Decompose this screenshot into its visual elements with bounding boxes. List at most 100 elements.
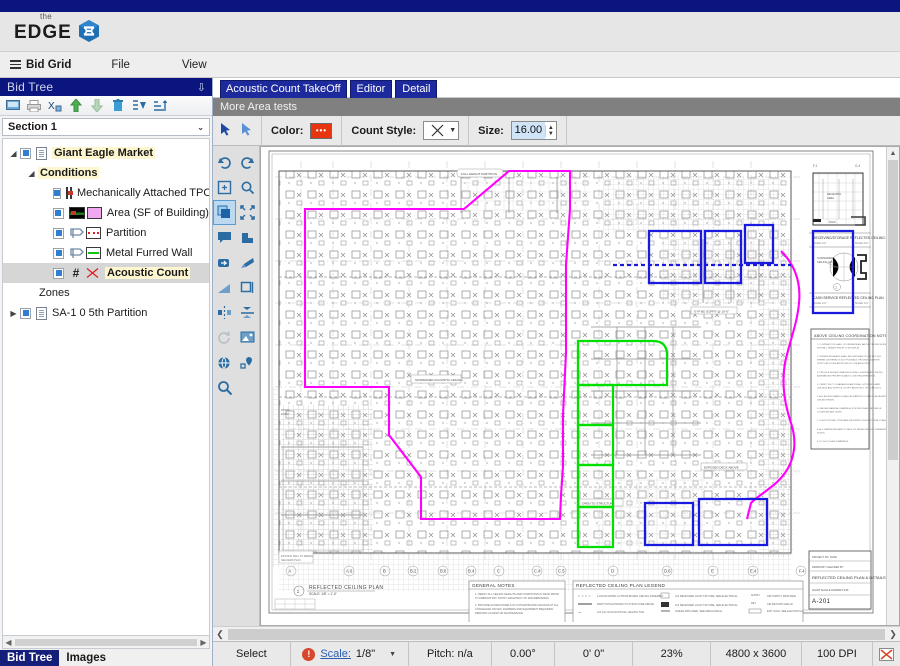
- image-icon[interactable]: [236, 325, 259, 350]
- mirror-icon[interactable]: [213, 300, 236, 325]
- divide-icon[interactable]: [236, 300, 259, 325]
- corner-icon[interactable]: [236, 225, 259, 250]
- x-subscript-icon[interactable]: X: [48, 99, 62, 113]
- menu-item-view[interactable]: View: [156, 59, 233, 71]
- slope-icon[interactable]: [213, 275, 236, 300]
- redo-icon[interactable]: [236, 150, 259, 175]
- scroll-right-icon[interactable]: ❯: [886, 629, 900, 640]
- rotate-icon[interactable]: [213, 325, 236, 350]
- svg-text:▪▪▪▪: ▪▪▪▪: [578, 611, 582, 614]
- svg-text:G.4: G.4: [855, 164, 860, 168]
- select-area-icon[interactable]: [213, 200, 236, 225]
- sidebar-bottom-tabs: Bid Tree Images: [0, 649, 212, 666]
- menu-item-file[interactable]: File: [85, 59, 156, 71]
- note-icon[interactable]: [213, 225, 236, 250]
- canvas-horizontal-scrollbar[interactable]: ❮ ❯: [213, 626, 900, 641]
- tab-acoustic-count-takeoff[interactable]: Acoustic Count TakeOff: [220, 80, 347, 99]
- section-selector[interactable]: Section 1 ⌄: [2, 118, 210, 136]
- tree-row-zones[interactable]: Zones: [3, 283, 209, 303]
- color-swatch[interactable]: [85, 267, 100, 279]
- checkbox-condition[interactable]: [53, 188, 61, 199]
- color-swatch[interactable]: [87, 207, 102, 219]
- scroll-right-icon[interactable]: ▶: [198, 638, 209, 647]
- pin-icon[interactable]: ⇩: [197, 81, 206, 94]
- print-icon[interactable]: [27, 99, 41, 113]
- image-error-icon[interactable]: [873, 642, 900, 666]
- expand-arrow-icon[interactable]: ◢: [25, 169, 38, 178]
- menu-item-bid-grid[interactable]: Bid Grid: [0, 59, 85, 71]
- rectangle-icon[interactable]: [236, 275, 259, 300]
- tree-row-conditions[interactable]: ◢ Conditions: [3, 163, 209, 183]
- tab-images[interactable]: Images: [59, 650, 113, 666]
- tree-row-condition[interactable]: Mechanically Attached TPO: [3, 183, 209, 203]
- undo-icon[interactable]: [213, 150, 236, 175]
- color-swatch[interactable]: [86, 247, 101, 259]
- tree-row-root[interactable]: ◢ Giant Eagle Market: [3, 143, 209, 163]
- highlight-icon[interactable]: [236, 250, 259, 275]
- svg-text:CEILINGS AND SOFFITS. NOTIFY A: CEILINGS AND SOFFITS. NOTIFY ARCHITECT O…: [817, 387, 882, 390]
- takeoff-subbar: More Area tests: [213, 98, 900, 116]
- collapse-all-icon[interactable]: [132, 99, 146, 113]
- canvas-vertical-scrollbar[interactable]: ▲: [886, 147, 899, 625]
- checkbox-condition[interactable]: [53, 268, 64, 279]
- move-down-icon[interactable]: [90, 99, 104, 113]
- pointer-group: [213, 116, 262, 146]
- scroll-left-icon[interactable]: ❮: [213, 629, 227, 640]
- count-style-dropdown[interactable]: ▼: [423, 121, 459, 140]
- zoom-icon[interactable]: [236, 175, 259, 200]
- tree-row-condition[interactable]: Metal Furred Wall: [3, 243, 209, 263]
- scroll-thumb[interactable]: [228, 629, 885, 640]
- tree-row-condition[interactable]: Partition: [3, 223, 209, 243]
- pin-location-icon[interactable]: [236, 350, 259, 375]
- tag-icon[interactable]: [213, 250, 236, 275]
- scale-value-dropdown[interactable]: 1/8" ▼: [356, 648, 396, 660]
- status-zoom: 23%: [633, 642, 711, 666]
- size-stepper[interactable]: 16.00 ▲▼: [511, 121, 557, 140]
- drawing-canvas-container[interactable]: FULL HEIGHT PARTITION SUSPENDED ACOUSTIC…: [260, 146, 900, 626]
- tree-row-drawing[interactable]: ▶ SA-1 0 5th Partition: [3, 303, 209, 323]
- status-dimensions: 4800 x 3600: [711, 642, 802, 666]
- bid-tree-hscrollbar[interactable]: ◀ ▶: [2, 636, 210, 649]
- color-label: Color:: [271, 125, 303, 137]
- tree-row-condition-selected[interactable]: # Acoustic Count: [3, 263, 209, 283]
- svg-text:2. PROVIDE ACCESS PANELS IN G: 2. PROVIDE ACCESS PANELS IN GYPSUM BOARD…: [475, 603, 559, 607]
- magnify-icon[interactable]: [213, 375, 236, 400]
- checkbox-root[interactable]: [20, 148, 31, 159]
- scroll-left-icon[interactable]: ◀: [3, 638, 14, 647]
- sort-icon[interactable]: [153, 99, 167, 113]
- collapse-arrows-icon[interactable]: [236, 200, 259, 225]
- scroll-up-icon[interactable]: ▲: [887, 147, 899, 160]
- delete-icon[interactable]: [111, 99, 125, 113]
- move-up-icon[interactable]: [69, 99, 83, 113]
- expand-arrow-icon[interactable]: ◢: [7, 149, 20, 158]
- scroll-thumb[interactable]: [888, 160, 898, 460]
- pointer-icon[interactable]: [220, 122, 232, 139]
- svg-text:F.4: F.4: [799, 569, 805, 574]
- color-picker-button[interactable]: •••: [310, 123, 332, 139]
- svg-text:A: A: [289, 569, 292, 574]
- status-scale[interactable]: ! Scale: 1/8" ▼: [291, 642, 409, 666]
- globe-icon[interactable]: [213, 350, 236, 375]
- bid-tree[interactable]: ◢ Giant Eagle Market ◢ Conditions Mechan…: [2, 138, 210, 636]
- pointer-add-icon[interactable]: [241, 122, 254, 139]
- fit-to-window-icon[interactable]: [213, 175, 236, 200]
- tab-detail[interactable]: Detail: [395, 80, 437, 99]
- tab-editor[interactable]: Editor: [350, 80, 393, 99]
- tree-row-condition[interactable]: Area (SF of Building): [3, 203, 209, 223]
- size-spinner-arrows[interactable]: ▲▼: [545, 125, 556, 137]
- collapse-arrow-icon[interactable]: ▶: [7, 309, 20, 318]
- checkbox-condition[interactable]: [53, 208, 64, 219]
- size-input[interactable]: 16.00: [512, 122, 545, 139]
- svg-text:POINT LAYOUT AS APPROVED BY TH: POINT LAYOUT AS APPROVED BY THE ARCHITEC…: [817, 362, 871, 365]
- drawing-canvas[interactable]: FULL HEIGHT PARTITION SUSPENDED ACOUSTIC…: [261, 147, 899, 625]
- checkbox-drawing[interactable]: [20, 308, 31, 319]
- color-swatch[interactable]: [86, 227, 101, 239]
- scale-link[interactable]: Scale:: [320, 648, 351, 660]
- checkbox-condition[interactable]: [53, 248, 64, 259]
- svg-text:B: B: [383, 569, 386, 574]
- checkbox-condition[interactable]: [53, 228, 64, 239]
- tab-bid-tree[interactable]: Bid Tree: [0, 650, 59, 666]
- size-label: Size:: [478, 125, 504, 137]
- monitor-icon[interactable]: [6, 99, 20, 113]
- scroll-thumb[interactable]: [15, 639, 197, 646]
